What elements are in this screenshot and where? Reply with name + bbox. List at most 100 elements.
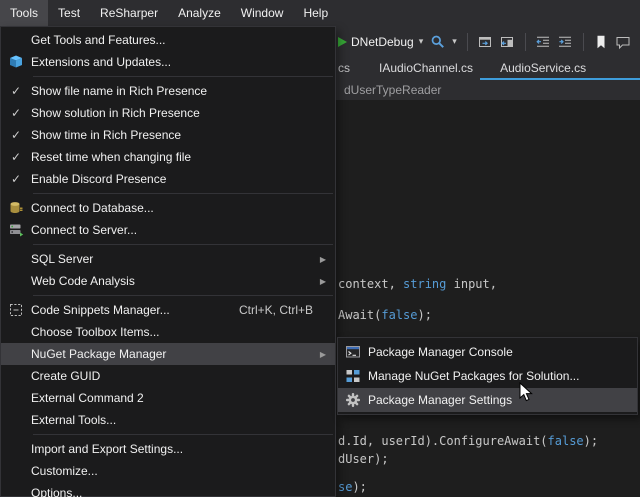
menu-item-label: Show solution in Rich Presence [31,106,329,120]
decrease-indent-icon[interactable] [535,33,552,50]
bookmark-icon[interactable] [593,33,610,50]
menu-item-label: Options... [31,486,329,497]
menu-item-label: Reset time when changing file [31,150,329,164]
menubar-item-analyze[interactable]: Analyze [168,0,231,26]
menubar-item-tools[interactable]: Tools [0,0,48,26]
nuget-submenu-item-manage-nuget-packages-for-solution[interactable]: Manage NuGet Packages for Solution... [338,364,637,388]
menubar-item-window[interactable]: Window [231,0,294,26]
tools-menu-item-options[interactable]: Options... [1,482,335,497]
tools-menu-item-connect-to-server[interactable]: Connect to Server... [1,219,335,241]
tools-menu-item-customize[interactable]: Customize... [1,460,335,482]
menu-item-gutter: ✓ [1,85,31,97]
toolbar-content: DNetDebug ▾ ▾ [338,26,632,57]
menu-item-label: SQL Server [31,252,310,266]
menu-item-gutter [1,222,31,238]
console-icon [345,344,361,360]
submenu-arrow-icon: ▶ [310,277,329,286]
menu-item-gutter: ✓ [1,129,31,141]
menu-item-label: Customize... [31,464,329,478]
tools-menu-item-show-solution-in-rich-presence[interactable]: ✓ Show solution in Rich Presence [1,102,335,124]
menu-item-label: Manage NuGet Packages for Solution... [368,369,631,383]
toolbar-icon-group: ▾ [429,33,632,51]
breadcrumb-text[interactable]: dUserTypeReader [344,83,441,97]
menu-item-label: Package Manager Console [368,345,631,359]
code-line: d.Id, userId).ConfigureAwait(false); [338,434,598,449]
code-segment: false [381,308,417,322]
menu-item-label: Create GUID [31,369,329,383]
code-segment: Await( [338,308,381,322]
tools-menu-item-connect-to-database[interactable]: Connect to Database... [1,197,335,219]
gear-icon [345,392,361,408]
menu-item-label: Web Code Analysis [31,274,310,288]
tools-menu-item-external-command-2[interactable]: External Command 2 [1,387,335,409]
menubar-item-resharper[interactable]: ReSharper [90,0,168,26]
check-icon: ✓ [11,151,21,163]
menu-item-label: Get Tools and Features... [31,33,329,47]
tools-menu-item-create-guid[interactable]: Create GUID [1,365,335,387]
play-icon [338,37,347,47]
menu-item-gutter [338,344,368,360]
tab-audioservice-cs[interactable]: AudioService.cs [500,61,586,75]
tools-menu-item-import-and-export-settings[interactable]: Import and Export Settings... [1,438,335,460]
menu-item-gutter: ✓ [1,107,31,119]
menu-item-label: External Tools... [31,413,329,427]
visual-studio-window: ToolsTestReSharperAnalyzeWindowHelp DNet… [0,0,640,497]
menu-item-label: Import and Export Settings... [31,442,329,456]
tools-menu-item-enable-discord-presence[interactable]: ✓ Enable Discord Presence [1,168,335,190]
check-icon: ✓ [11,107,21,119]
code-segment: input, [446,277,497,291]
menu-item-label: Package Manager Settings [368,393,631,407]
check-icon: ✓ [11,173,21,185]
menu-bar: ToolsTestReSharperAnalyzeWindowHelp [0,0,640,26]
code-segment: ); [584,434,598,448]
menu-item-gutter: ✓ [1,173,31,185]
menu-item-gutter [338,368,368,384]
code-segment: context, [338,277,403,291]
tools-menu-item-choose-toolbox-items[interactable]: Choose Toolbox Items... [1,321,335,343]
tools-menu-item-web-code-analysis[interactable]: Web Code Analysis▶ [1,270,335,292]
tools-menu-item-nuget-package-manager[interactable]: NuGet Package Manager▶ [1,343,335,365]
menu-separator [33,434,333,435]
dock-icon[interactable] [499,33,516,50]
nuget-submenu-item-package-manager-console[interactable]: Package Manager Console [338,340,637,364]
menu-item-label: Enable Discord Presence [31,172,329,186]
chevron-down-icon: ▾ [419,36,424,47]
tools-menu-item-show-time-in-rich-presence[interactable]: ✓Show time in Rich Presence [1,124,335,146]
database-icon [8,200,24,216]
submenu-arrow-icon: ▶ [310,255,329,264]
tools-menu-item-reset-time-when-changing-file[interactable]: ✓ Reset time when changing file [1,146,335,168]
toolbar-separator [583,33,584,51]
menu-separator [33,295,333,296]
chevron-down-icon[interactable]: ▾ [452,36,457,47]
tools-menu-item-sql-server[interactable]: SQL Server▶ [1,248,335,270]
code-segment: string [403,277,446,291]
code-line: se); [338,480,367,495]
tab-iaudiochannel-cs[interactable]: IAudioChannel.cs [379,61,473,75]
tab-cs[interactable]: cs [338,61,350,75]
menu-item-label: External Command 2 [31,391,329,405]
start-debug-button[interactable]: DNetDebug ▾ [338,35,424,49]
menu-separator [33,193,333,194]
tools-menu-item-get-tools-and-features[interactable]: Get Tools and Features... [1,29,335,51]
code-segment: ); [417,308,431,322]
tools-menu-item-external-tools[interactable]: External Tools... [1,409,335,431]
menu-item-label: Connect to Server... [31,223,329,237]
tools-menu-item-extensions-and-updates[interactable]: Extensions and Updates... [1,51,335,73]
code-segment: d.Id, userId).ConfigureAwait( [338,434,548,448]
menu-item-label: NuGet Package Manager [31,347,310,361]
menu-item-gutter [1,302,31,318]
menu-item-label: Extensions and Updates... [31,55,329,69]
comment-icon[interactable] [615,33,632,50]
pop-out-icon[interactable] [477,33,494,50]
increase-indent-icon[interactable] [557,33,574,50]
code-line: context, string input, [338,277,497,292]
menubar-item-help[interactable]: Help [293,0,338,26]
nuget-submenu-item-package-manager-settings[interactable]: Package Manager Settings [338,388,637,412]
tools-menu-item-code-snippets-manager[interactable]: Code Snippets Manager...Ctrl+K, Ctrl+B [1,299,335,321]
menu-item-gutter: ✓ [1,151,31,163]
tools-menu-item-show-file-name-in-rich-presence[interactable]: ✓Show file name in Rich Presence [1,80,335,102]
menu-item-label: Connect to Database... [31,201,329,215]
menu-item-gutter [338,392,368,408]
menubar-item-test[interactable]: Test [48,0,90,26]
find-icon[interactable] [429,33,446,50]
